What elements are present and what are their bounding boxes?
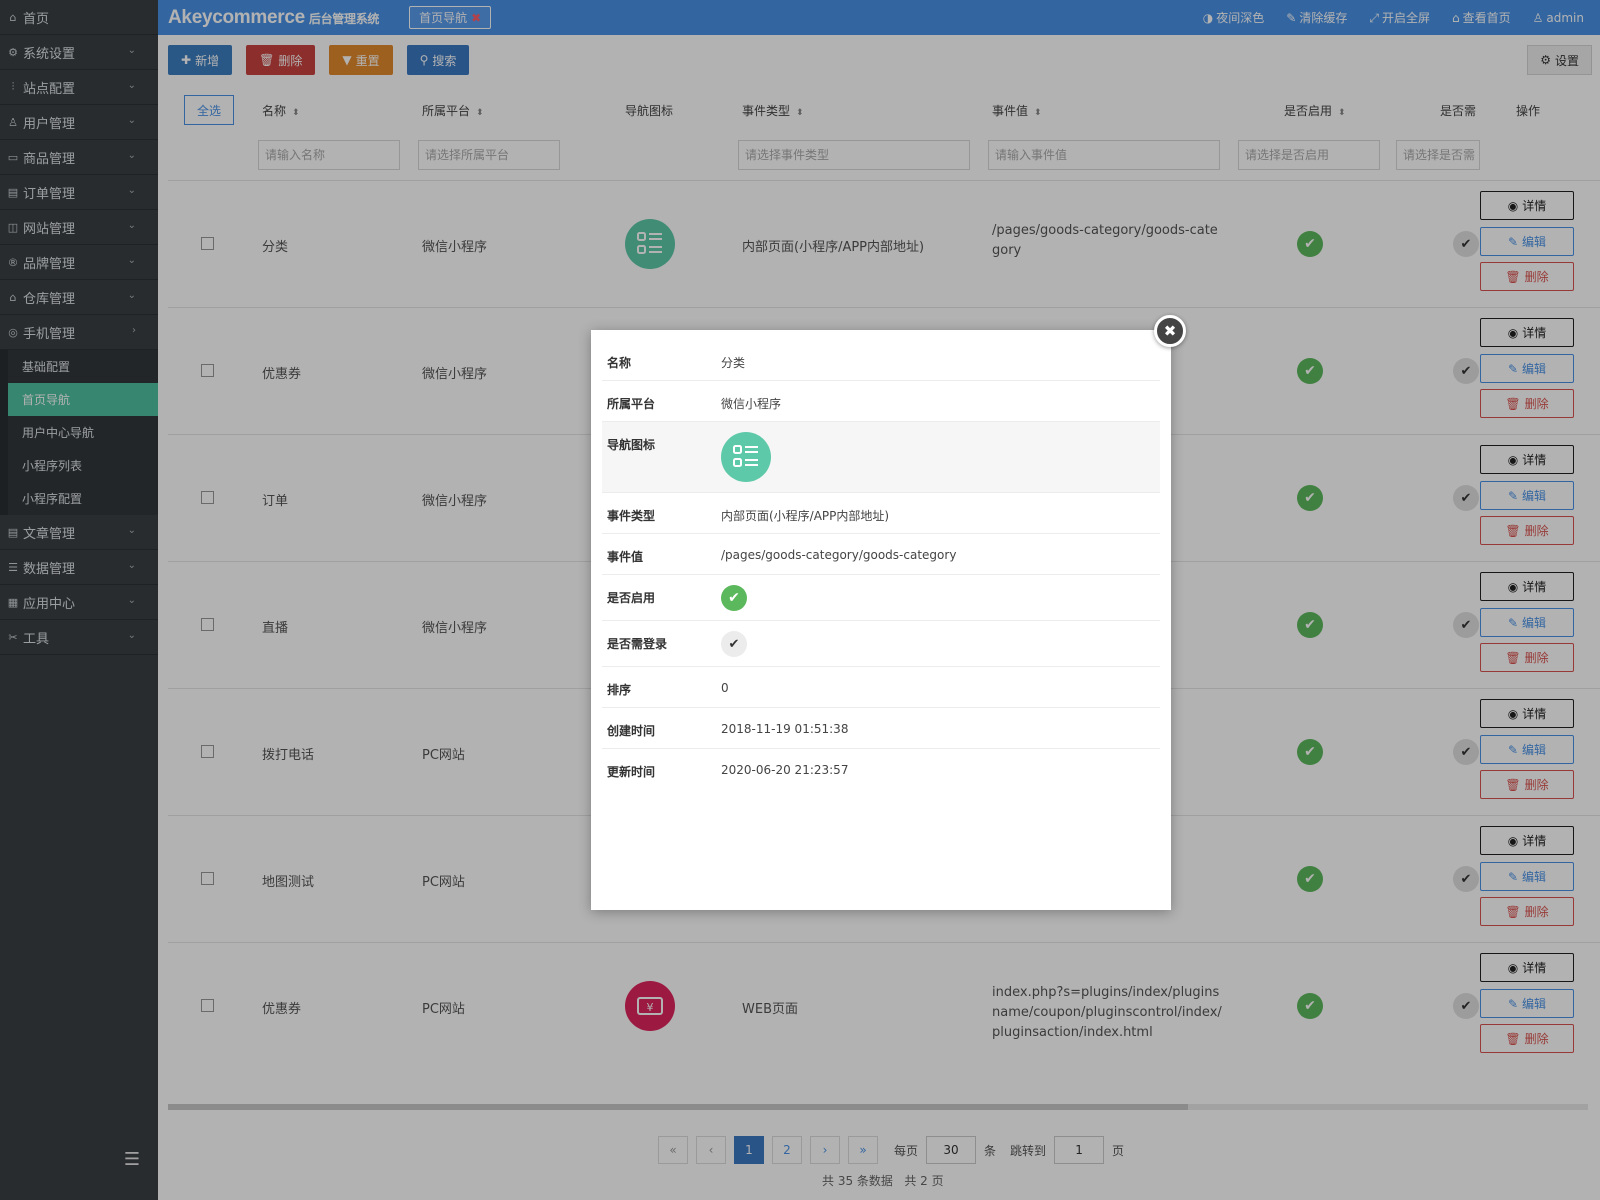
detail-label: 排序 [607, 683, 632, 697]
category-nav-icon [721, 432, 771, 482]
detail-row: 所属平台 微信小程序 [602, 381, 1160, 422]
detail-label: 更新时间 [607, 765, 656, 779]
detail-label: 事件值 [607, 550, 644, 564]
detail-row: 创建时间 2018-11-19 01:51:38 [602, 708, 1160, 749]
detail-value: 2020-06-20 21:23:57 [721, 763, 849, 777]
detail-row: 名称 分类 [602, 340, 1160, 381]
login-check-icon: ✔ [721, 631, 747, 657]
detail-label: 是否启用 [607, 591, 656, 605]
detail-row: 导航图标 [602, 422, 1160, 493]
detail-value: /pages/goods-category/goods-category [721, 548, 957, 562]
close-modal-button[interactable]: ✖ [1154, 315, 1186, 347]
detail-row: 排序 0 [602, 667, 1160, 708]
detail-modal: 名称 分类 所属平台 微信小程序 导航图标 事件类型 内部页面(小程序/APP内部地址) 事件… [591, 330, 1171, 910]
detail-value: 分类 [721, 356, 746, 370]
detail-label: 所属平台 [607, 397, 656, 411]
detail-label: 名称 [607, 356, 632, 370]
detail-label: 创建时间 [607, 724, 656, 738]
detail-label: 是否需登录 [607, 637, 668, 651]
enabled-check-icon: ✔ [721, 585, 747, 611]
detail-row: 事件类型 内部页面(小程序/APP内部地址) [602, 493, 1160, 534]
detail-value: 内部页面(小程序/APP内部地址) [721, 509, 890, 523]
detail-row: 是否启用 ✔ [602, 575, 1160, 621]
detail-row: 事件值/pages/goods-category/goods-category [602, 534, 1160, 575]
detail-value: 2018-11-19 01:51:38 [721, 722, 849, 736]
detail-value: 0 [721, 681, 729, 695]
detail-row: 是否需登录 ✔ [602, 621, 1160, 667]
detail-label: 事件类型 [607, 509, 656, 523]
detail-label: 导航图标 [607, 438, 656, 452]
detail-value: 微信小程序 [721, 397, 782, 411]
detail-row: 更新时间 2020-06-20 21:23:57 [602, 749, 1160, 790]
